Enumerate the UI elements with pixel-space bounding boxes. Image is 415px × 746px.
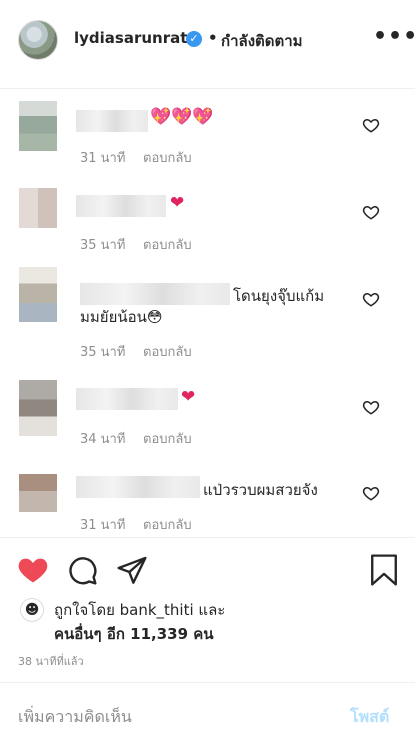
comment-bubble-icon[interactable]: [66, 554, 98, 586]
reply-button[interactable]: ตอบกลับ: [143, 428, 192, 449]
comment-emoji: ❤: [170, 193, 185, 213]
comment-like-heart-icon[interactable]: [362, 398, 380, 416]
comment-like-heart-icon[interactable]: [362, 116, 380, 134]
comment-text: แป่วรวบผมสวยจัง: [203, 481, 318, 499]
comment-like-heart-icon[interactable]: [362, 484, 380, 502]
comment-input[interactable]: เพิ่มความคิดเห็น: [18, 705, 132, 730]
divider: [0, 537, 415, 538]
comment-avatar[interactable]: [19, 188, 57, 228]
following-button[interactable]: กำลังติดตาม: [221, 29, 303, 53]
separator-dot: •: [208, 29, 218, 47]
comment-time: 31 นาที: [80, 518, 126, 533]
comment-text: โดนยุงจุ๊บแก้ม: [233, 287, 325, 305]
more-options-icon[interactable]: •••: [373, 24, 415, 49]
blurred-username: [80, 283, 230, 305]
blurred-username: [76, 110, 148, 132]
comment-time: 31 นาที: [80, 151, 126, 166]
bookmark-icon[interactable]: [368, 553, 400, 587]
reply-button[interactable]: ตอบกลับ: [143, 147, 192, 168]
likes-by-text[interactable]: ถูกใจโดย bank_thiti และ: [54, 598, 225, 622]
likes-count-text[interactable]: คนอื่นๆ อีก 11,339 คน: [54, 622, 214, 646]
blurred-username: [76, 476, 200, 498]
username[interactable]: lydiasarunrat: [74, 29, 187, 47]
share-paper-plane-icon[interactable]: [116, 554, 148, 586]
comment-avatar[interactable]: [19, 474, 57, 512]
like-heart-filled-icon[interactable]: [17, 554, 49, 586]
verified-badge-icon: ✓: [186, 31, 202, 47]
comment-avatar[interactable]: [19, 101, 57, 151]
comment-avatar[interactable]: [19, 267, 57, 322]
reply-button[interactable]: ตอบกลับ: [143, 341, 192, 362]
comment-emoji: ❤: [181, 387, 196, 407]
post-time-ago: 38 นาทีที่แล้ว: [18, 655, 84, 668]
avatar[interactable]: [18, 20, 58, 60]
comment-time: 34 นาที: [80, 432, 126, 447]
liker-avatar[interactable]: ☻: [20, 598, 44, 622]
comment-time: 35 นาที: [80, 345, 126, 360]
comment-emoji: 💖💖💖: [150, 107, 214, 127]
blurred-username: [76, 195, 166, 217]
reply-button[interactable]: ตอบกลับ: [143, 234, 192, 255]
comment-time: 35 นาที: [80, 238, 126, 253]
comment-avatar[interactable]: [19, 380, 57, 436]
post-button[interactable]: โพสต์: [350, 705, 389, 730]
reply-button[interactable]: ตอบกลับ: [143, 514, 192, 535]
comment-like-heart-icon[interactable]: [362, 290, 380, 308]
blurred-username: [76, 388, 178, 410]
comment-text-line2: มมยัยน้อน😳: [80, 308, 163, 326]
divider: [0, 682, 415, 683]
comment-like-heart-icon[interactable]: [362, 203, 380, 221]
